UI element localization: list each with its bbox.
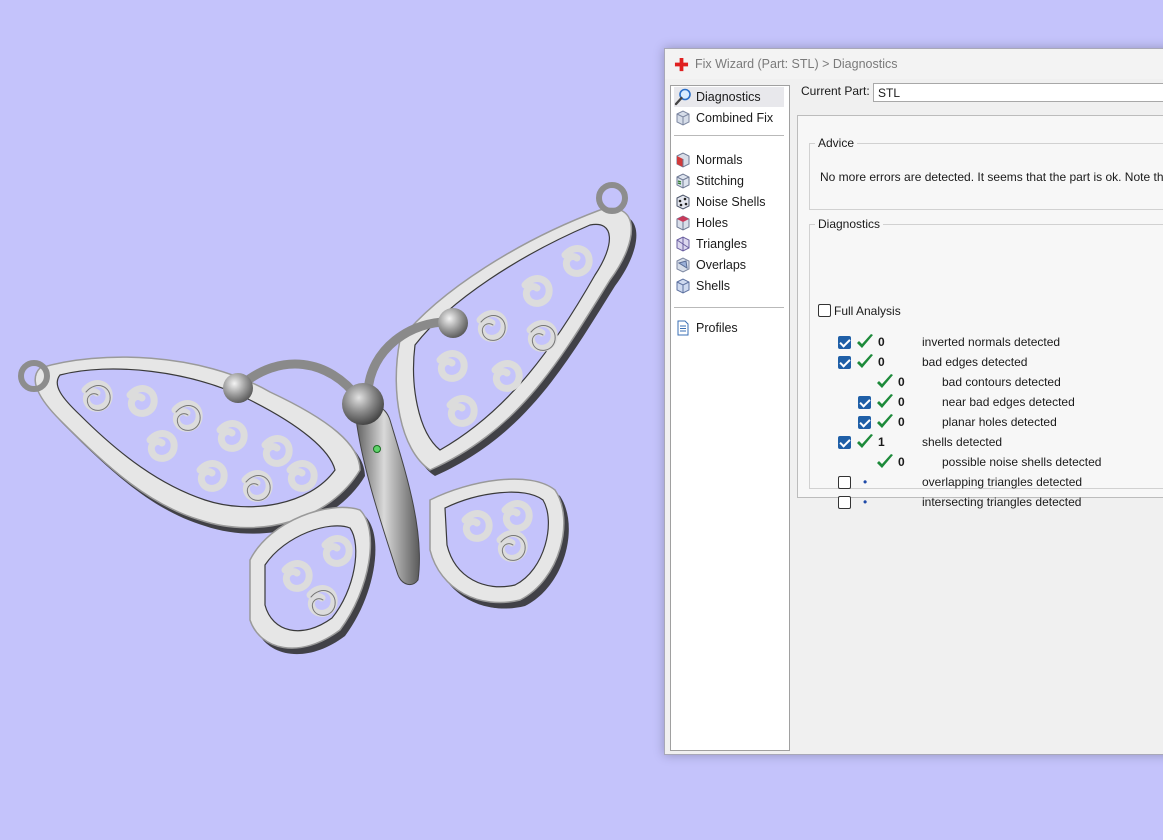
current-part-label: Current Part: — [801, 84, 870, 98]
overlaps-icon — [676, 257, 690, 273]
diagnostics-panel: Advice No more errors are detected. It s… — [797, 115, 1163, 509]
magnifier-icon — [674, 88, 691, 106]
diagnostic-count: 0 — [898, 395, 905, 409]
red-cross-app-icon — [674, 57, 689, 71]
nav-item-label: Normals — [696, 153, 743, 167]
3d-viewport[interactable] — [0, 0, 660, 837]
full-analysis-label: Full Analysis — [834, 304, 901, 318]
diagnostic-label: shells detected — [922, 435, 1003, 449]
diagnostic-row: 0 possible noise shells detected — [798, 452, 1163, 472]
diagnostic-row: 0 inverted normals detected — [798, 332, 1163, 352]
pending-dot: • — [863, 475, 868, 489]
title-bar[interactable]: Fix Wizard (Part: STL) > Diagnostics — [665, 49, 1163, 79]
triangles-icon — [676, 236, 690, 252]
green-check-icon — [857, 354, 873, 368]
diagnostic-count: 0 — [878, 335, 885, 349]
nav-item-label: Holes — [696, 216, 728, 230]
green-check-icon — [877, 394, 893, 408]
diagnostic-checkbox[interactable] — [838, 436, 851, 449]
document-icon — [677, 320, 689, 336]
diagnostic-checkbox[interactable] — [858, 416, 871, 429]
diagnostic-label: intersecting triangles detected — [922, 495, 1082, 509]
diagnostic-count: 0 — [878, 355, 885, 369]
advice-group: Advice No more errors are detected. It s… — [809, 136, 1163, 210]
nav-item-label: Profiles — [696, 321, 738, 335]
nav-item-combined-fix[interactable]: Combined Fix — [674, 108, 773, 128]
diagnostic-checkbox[interactable] — [838, 336, 851, 349]
fix-wizard-nav: Diagnostics Combined Fix Normals Stitchi… — [670, 85, 790, 751]
diagnostic-label: possible noise shells detected — [942, 455, 1102, 469]
green-check-icon — [857, 334, 873, 348]
green-check-icon — [857, 434, 873, 448]
nav-separator — [674, 307, 784, 308]
nav-item-overlaps[interactable]: Overlaps — [674, 255, 746, 275]
nav-item-label: Shells — [696, 279, 731, 293]
diagnostic-row: 1 shells detected — [798, 432, 1163, 452]
diagnostic-row: • intersecting triangles detected — [798, 492, 1163, 512]
noise-shells-icon — [676, 194, 690, 210]
diagnostic-row: 0 bad contours detected — [798, 372, 1163, 392]
cube-icon — [676, 110, 690, 126]
diagnostic-label: bad edges detected — [922, 355, 1028, 369]
nav-item-noise-shells[interactable]: Noise Shells — [674, 192, 765, 212]
nav-item-label: Triangles — [696, 237, 747, 251]
nav-item-normals[interactable]: Normals — [674, 150, 743, 170]
diagnostic-checkbox[interactable] — [858, 396, 871, 409]
pending-dot: • — [863, 495, 868, 509]
nav-item-stitching[interactable]: Stitching — [674, 171, 744, 191]
nav-item-holes[interactable]: Holes — [674, 213, 728, 233]
stitching-cube-icon — [676, 173, 690, 189]
diagnostic-label: near bad edges detected — [942, 395, 1075, 409]
full-analysis-checkbox[interactable] — [818, 304, 831, 317]
diagnostic-label: planar holes detected — [942, 415, 1057, 429]
diagnostic-checkbox[interactable] — [838, 476, 851, 489]
shells-cube-icon — [676, 278, 690, 294]
nav-item-profiles[interactable]: Profiles — [674, 318, 738, 338]
diagnostic-count: 1 — [878, 435, 885, 449]
diagnostic-label: overlapping triangles detected — [922, 475, 1083, 489]
diagnostic-row: • overlapping triangles detected — [798, 472, 1163, 492]
green-check-icon — [877, 414, 893, 428]
diagnostic-checkbox[interactable] — [838, 356, 851, 369]
diagnostic-label: bad contours detected — [942, 375, 1061, 389]
nav-item-triangles[interactable]: Triangles — [674, 234, 747, 254]
fix-wizard-dialog: Fix Wizard (Part: STL) > Diagnostics Dia… — [664, 48, 1163, 755]
butterfly-model[interactable] — [0, 0, 660, 837]
diagnostics-title: Diagnostics — [818, 217, 881, 231]
advice-title: Advice — [818, 136, 855, 150]
nav-item-label: Noise Shells — [696, 195, 766, 209]
normals-cube-icon — [676, 152, 690, 168]
nav-item-label: Stitching — [696, 174, 744, 188]
green-check-icon — [877, 454, 893, 468]
diagnostic-row: 0 planar holes detected — [798, 412, 1163, 432]
diagnostic-checkbox[interactable] — [838, 496, 851, 509]
diagnostic-count: 0 — [898, 455, 905, 469]
nav-item-diagnostics[interactable]: Diagnostics — [674, 87, 784, 107]
nav-item-label: Diagnostics — [696, 90, 761, 104]
diagnostic-row: 0 near bad edges detected — [798, 392, 1163, 412]
window-title: Fix Wizard (Part: STL) > Diagnostics — [695, 57, 898, 71]
current-part-field[interactable]: STL — [873, 83, 1163, 102]
green-check-icon — [877, 374, 893, 388]
nav-item-shells[interactable]: Shells — [674, 276, 730, 296]
diagnostic-count: 0 — [898, 415, 905, 429]
diagnostic-row: 0 bad edges detected — [798, 352, 1163, 372]
nav-item-label: Overlaps — [696, 258, 747, 272]
nav-separator — [674, 135, 784, 136]
nav-item-label: Combined Fix — [696, 111, 774, 125]
advice-text: No more errors are detected. It seems th… — [820, 170, 1163, 184]
diagnostic-label: inverted normals detected — [922, 335, 1061, 349]
diagnostic-count: 0 — [898, 375, 905, 389]
holes-cube-icon — [676, 215, 690, 231]
